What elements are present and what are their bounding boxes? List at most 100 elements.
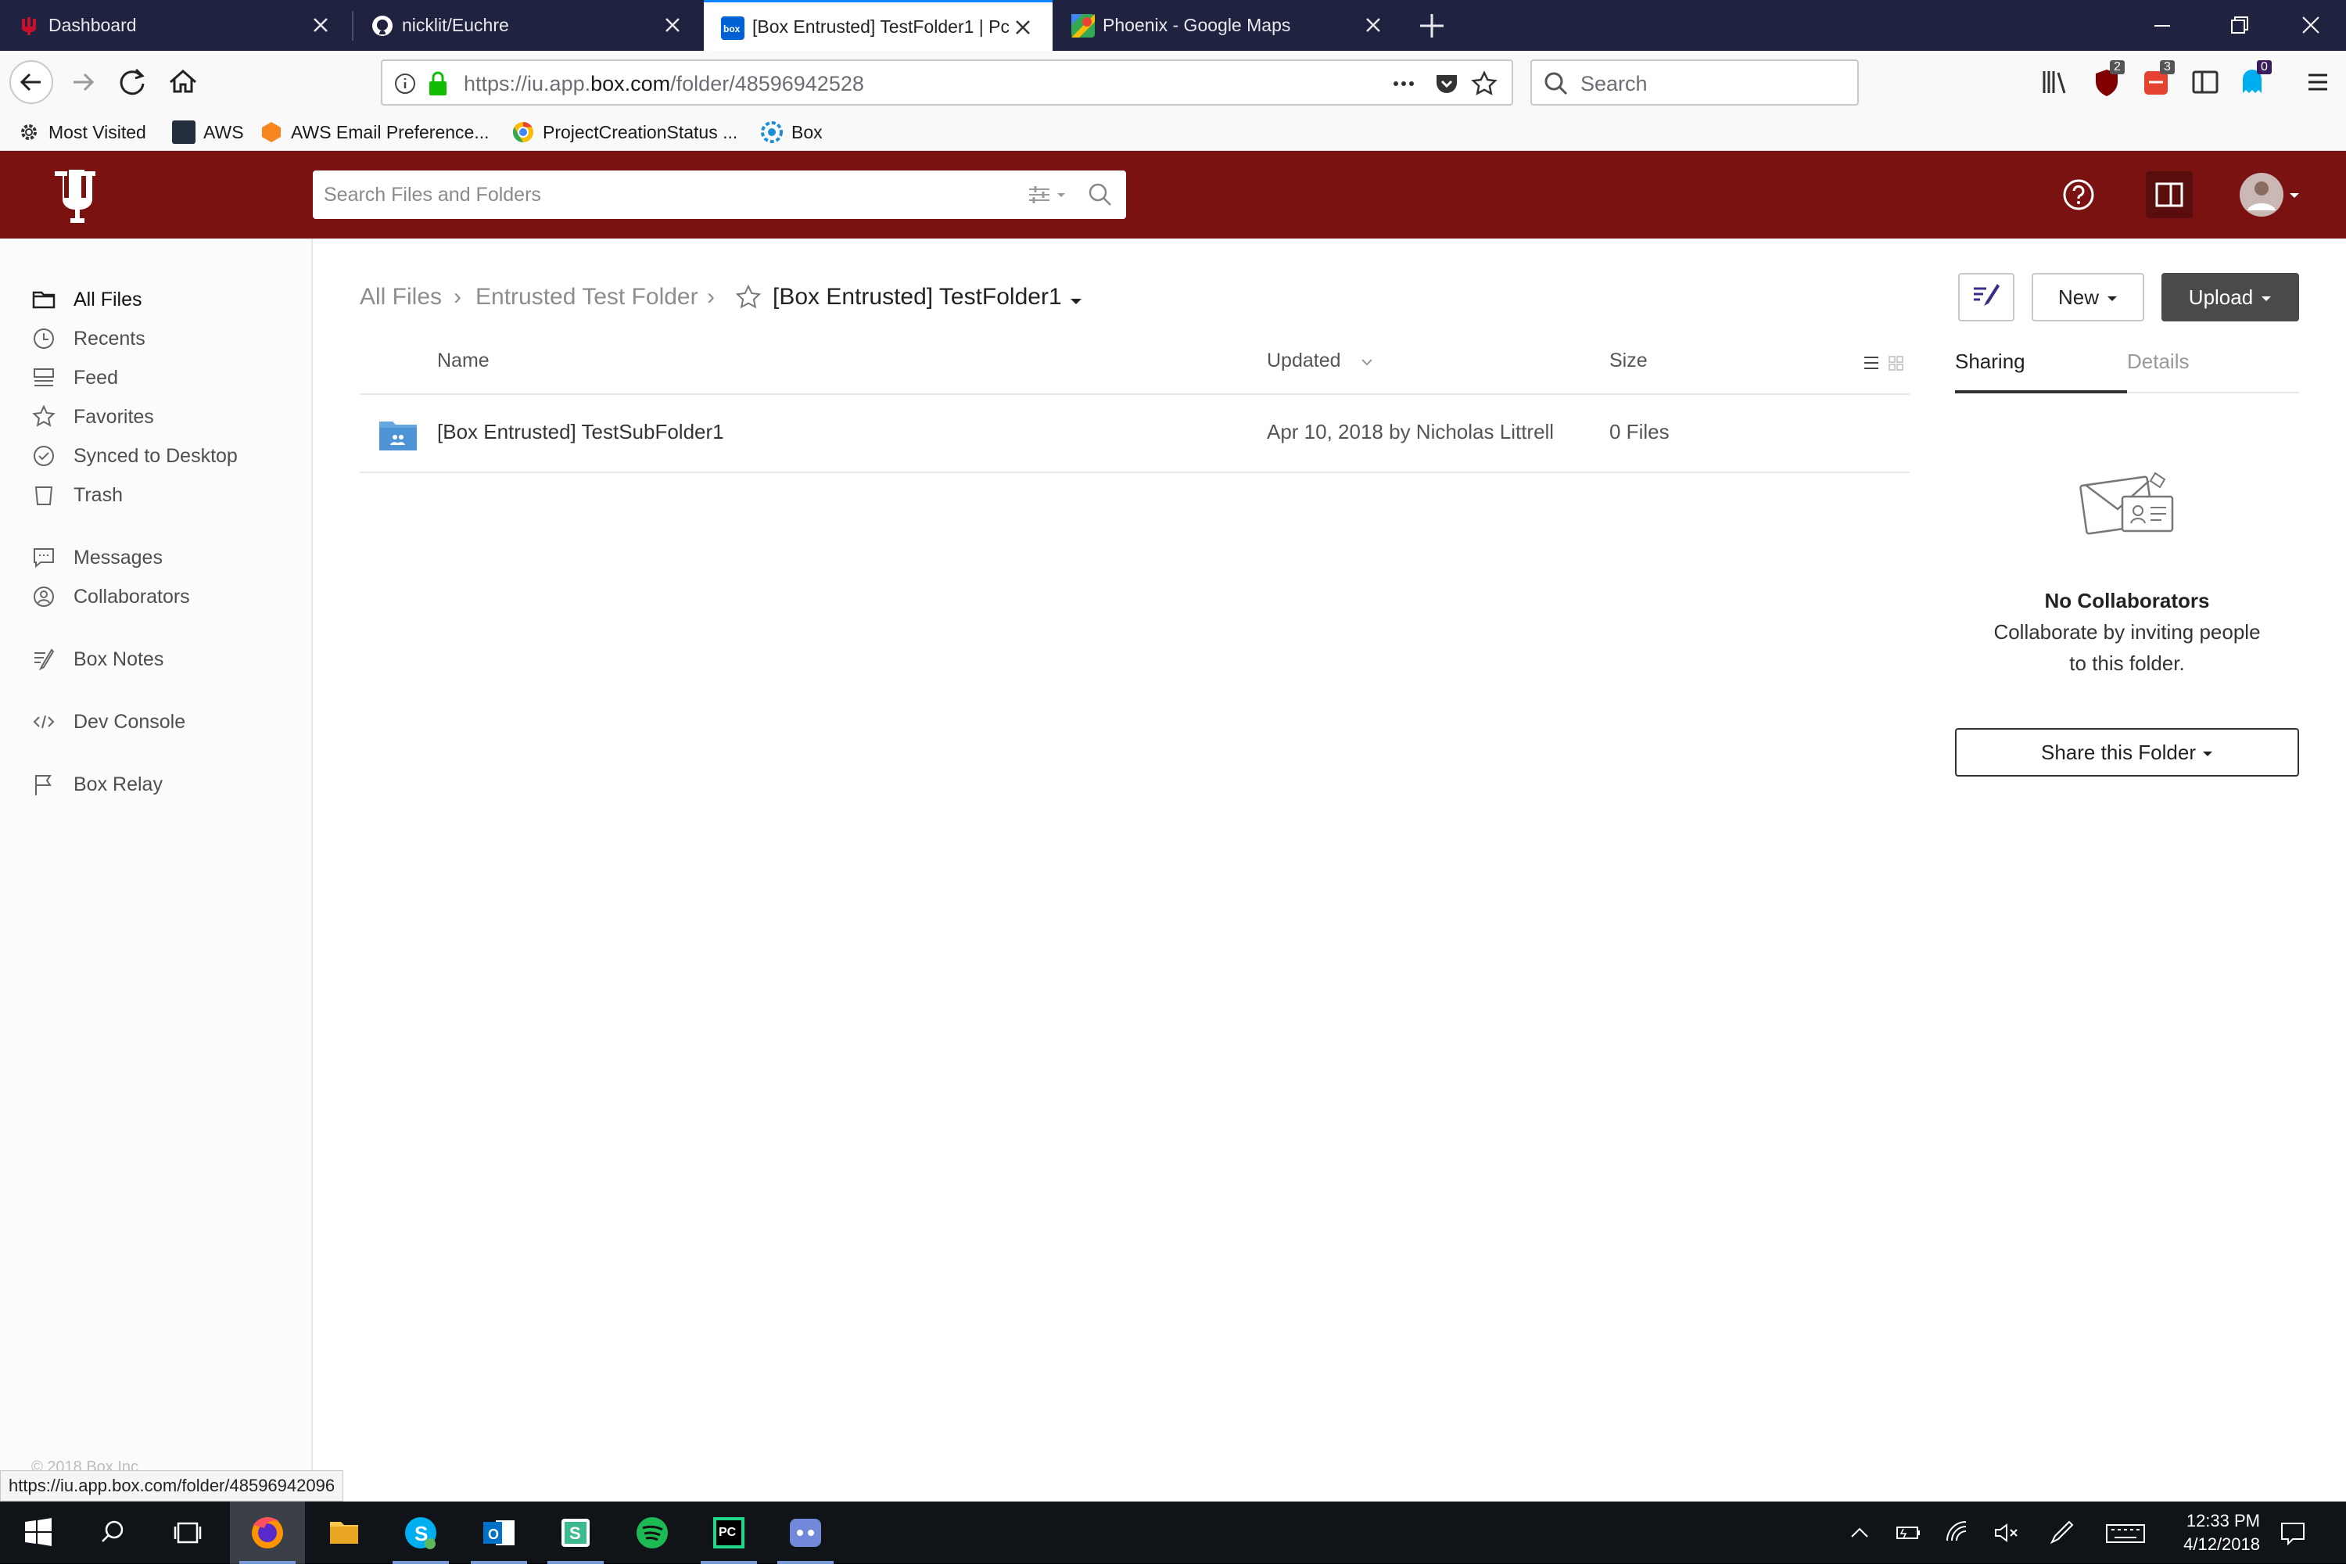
close-icon[interactable] — [660, 13, 685, 38]
browser-tab-dashboard[interactable]: Dashboard — [0, 0, 350, 51]
svg-text:O: O — [488, 1527, 499, 1542]
skype-icon[interactable]: S — [383, 1502, 458, 1564]
page-title[interactable]: [Box Entrusted] TestFolder1 — [773, 284, 1062, 310]
box-search-field[interactable] — [313, 170, 1126, 219]
keyboard-icon[interactable] — [2104, 1517, 2147, 1548]
sort-chevron-down-icon[interactable] — [1359, 354, 1375, 374]
browser-search-field[interactable]: Search — [1530, 59, 1859, 106]
bookmark-most-visited[interactable]: Most Visited — [17, 120, 146, 145]
restore-icon[interactable] — [2204, 0, 2274, 51]
ghostery-icon[interactable]: 0 — [2238, 60, 2272, 103]
notification-icon[interactable] — [2277, 1517, 2308, 1548]
sidebar-item-favorites[interactable]: Favorites — [31, 401, 154, 432]
battery-icon[interactable] — [1892, 1517, 1924, 1548]
bookmark-star-icon[interactable] — [1471, 70, 1498, 101]
wifi-icon[interactable] — [1942, 1517, 1974, 1548]
url-text[interactable]: https://iu.app.box.com/folder/4859694252… — [464, 72, 864, 96]
hamburger-menu-icon[interactable] — [2302, 66, 2333, 102]
search-filter-icon[interactable] — [1026, 183, 1073, 210]
tab-sharing[interactable]: Sharing — [1955, 350, 2025, 374]
discord-icon[interactable] — [768, 1502, 843, 1564]
library-icon[interactable] — [2039, 66, 2071, 102]
firefox-icon[interactable] — [230, 1502, 305, 1564]
spotify-icon[interactable] — [615, 1502, 690, 1564]
active-tab-indicator — [1955, 390, 2127, 393]
breadcrumb-all-files[interactable]: All Files — [360, 284, 442, 310]
bookmark-projectcreationstatus[interactable]: ProjectCreationStatus ... — [511, 120, 737, 145]
volume-muted-icon[interactable] — [1991, 1517, 2022, 1548]
avatar[interactable] — [2238, 171, 2301, 222]
grid-view-icon[interactable] — [1886, 353, 1907, 377]
sidebar-item-dev-console[interactable]: Dev Console — [31, 706, 185, 737]
new-tab-plus-icon[interactable] — [1415, 9, 1448, 42]
file-size: 0 Files — [1609, 420, 1670, 443]
reload-icon[interactable] — [109, 59, 156, 106]
lock-icon — [426, 70, 450, 101]
sidebar-item-all-files[interactable]: All Files — [31, 284, 142, 315]
main-content: All Files › Entrusted Test Folder › [Box… — [313, 239, 2346, 1502]
browser-tab-github[interactable]: nicklit/Euchre — [353, 0, 702, 51]
tray-chevron-up-icon[interactable] — [1844, 1517, 1875, 1548]
bookmark-aws-email[interactable]: AWS Email Preference... — [260, 120, 490, 145]
chevron-down-icon — [2107, 285, 2118, 310]
close-icon[interactable] — [1010, 15, 1035, 40]
breadcrumb-entrusted-test-folder[interactable]: Entrusted Test Folder — [475, 284, 698, 310]
close-icon[interactable] — [308, 13, 333, 38]
ublock-icon[interactable]: 2 — [2093, 60, 2127, 103]
windows-start-icon[interactable] — [0, 1502, 75, 1564]
sidebar-item-recents[interactable]: Recents — [31, 323, 145, 354]
todoist-icon[interactable]: 3 — [2141, 60, 2176, 103]
home-icon[interactable] — [160, 59, 206, 106]
favorite-star-icon[interactable] — [735, 284, 762, 314]
window-close-icon[interactable] — [2276, 0, 2346, 51]
column-header-name[interactable]: Name — [437, 350, 490, 372]
browser-tab-google-maps[interactable]: Phoenix - Google Maps — [1054, 0, 1403, 51]
forward-arrow-icon[interactable] — [59, 59, 106, 106]
sidebar-item-messages[interactable]: Messages — [31, 542, 163, 573]
star-icon — [31, 404, 56, 429]
sidebar-item-collaborators[interactable]: Collaborators — [31, 581, 190, 612]
search-input[interactable] — [313, 170, 985, 219]
search-icon[interactable] — [75, 1502, 150, 1564]
sidebar-item-synced[interactable]: Synced to Desktop — [31, 440, 238, 472]
outlook-icon[interactable]: O — [461, 1502, 536, 1564]
sidebar-item-feed[interactable]: Feed — [31, 362, 118, 393]
list-view-icon[interactable] — [1861, 353, 1881, 377]
task-view-icon[interactable] — [150, 1502, 225, 1564]
minimize-icon[interactable] — [2127, 0, 2197, 51]
bookmark-aws[interactable]: AWS — [172, 120, 244, 145]
toggle-sidebar-panel-icon[interactable] — [2146, 171, 2193, 218]
sidebar-item-trash[interactable]: Trash — [31, 479, 123, 511]
sidebar-toggle-icon[interactable] — [2190, 66, 2221, 102]
file-name[interactable]: [Box Entrusted] TestSubFolder1 — [437, 420, 724, 444]
new-button[interactable]: New — [2032, 273, 2144, 321]
column-header-updated[interactable]: Updated — [1267, 350, 1341, 372]
browser-tab-box-active[interactable]: box [Box Entrusted] TestFolder1 | Pc — [704, 0, 1053, 51]
sidebar-item-box-relay[interactable]: Box Relay — [31, 769, 163, 800]
breadcrumb-separator: › — [707, 284, 715, 310]
sidebar-item-box-notes[interactable]: Box Notes — [31, 644, 163, 675]
search-icon[interactable] — [1087, 181, 1114, 212]
taskbar-clock[interactable]: 12:33 PM 4/12/2018 — [2183, 1509, 2260, 1556]
iu-logo[interactable] — [52, 167, 102, 227]
file-updated: Apr 10, 2018 by Nicholas Littrell — [1267, 420, 1555, 443]
slack-icon[interactable]: S — [538, 1502, 613, 1564]
help-icon[interactable] — [2061, 178, 2096, 216]
bookmark-box[interactable]: Box — [760, 120, 823, 145]
info-icon[interactable] — [393, 72, 417, 99]
pen-icon[interactable] — [2046, 1517, 2077, 1548]
back-arrow-icon[interactable] — [8, 59, 55, 106]
chevron-down-icon[interactable] — [1068, 293, 1084, 313]
tab-details[interactable]: Details — [2127, 350, 2189, 374]
close-icon[interactable] — [1361, 13, 1386, 38]
pocket-icon[interactable] — [1433, 70, 1460, 101]
box-notes-button[interactable] — [1958, 273, 2014, 321]
share-folder-button[interactable]: Share this Folder — [1955, 728, 2299, 777]
column-header-size[interactable]: Size — [1609, 350, 1648, 372]
file-explorer-icon[interactable] — [307, 1502, 382, 1564]
pycharm-icon[interactable]: PC — [691, 1502, 766, 1564]
page-actions-more-icon[interactable] — [1390, 70, 1418, 101]
chevron-down-icon — [2202, 741, 2213, 765]
url-bar[interactable]: https://iu.app.box.com/folder/4859694252… — [381, 59, 1513, 106]
upload-button[interactable]: Upload — [2161, 273, 2299, 321]
